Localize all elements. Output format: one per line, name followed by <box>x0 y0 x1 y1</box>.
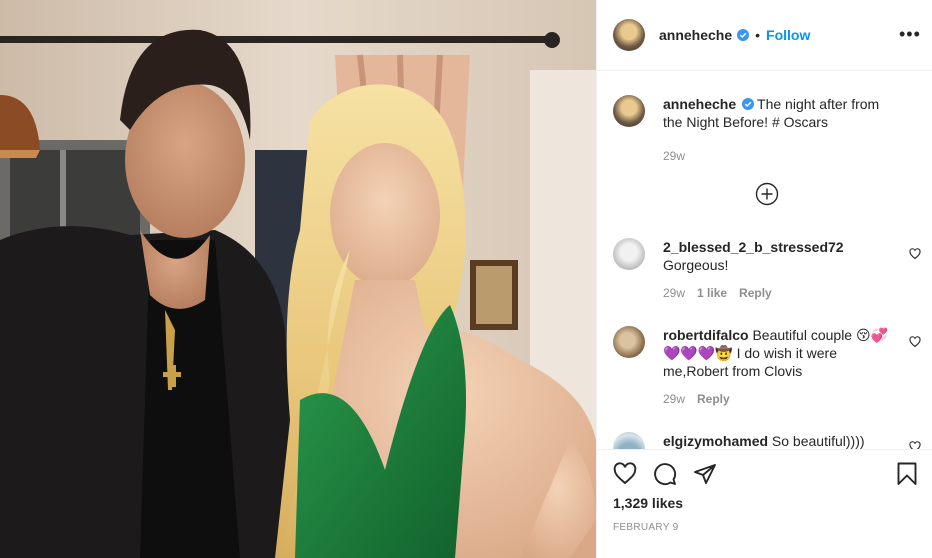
author-avatar[interactable] <box>613 19 645 51</box>
caption-time[interactable]: 29w <box>663 149 685 163</box>
comment-likes[interactable]: 1 like <box>697 286 727 300</box>
verified-badge-icon <box>737 29 750 41</box>
post-date: FEBRUARY 9 <box>613 522 679 533</box>
comment-username[interactable]: robertdifalco <box>663 327 749 343</box>
like-comment-heart-icon[interactable] <box>909 336 921 348</box>
photo-illustration <box>0 0 596 558</box>
comment-text-block: 2_blessed_2_b_stressed72 Gorgeous! <box>663 238 895 274</box>
header-separator: • <box>755 27 761 43</box>
author-username[interactable]: anneheche <box>659 27 732 43</box>
comments-list[interactable]: anneheche The night after from the Night… <box>597 72 932 449</box>
comment-item: elgizymohamed So beautiful)))) <box>613 432 917 449</box>
instagram-post: anneheche • Follow ••• anneheche The nig… <box>0 0 932 558</box>
caption-meta: 29w <box>663 149 895 163</box>
comment-meta: 29w Reply <box>663 392 895 406</box>
commenter-avatar[interactable] <box>613 326 645 358</box>
like-comment-heart-icon[interactable] <box>909 248 921 260</box>
share-paper-plane-icon[interactable] <box>693 462 717 486</box>
comment-meta: 29w 1 like Reply <box>663 286 895 300</box>
reply-button[interactable]: Reply <box>739 286 772 300</box>
action-icons <box>613 462 717 486</box>
comment-item: 2_blessed_2_b_stressed72 Gorgeous! 29w 1… <box>613 238 917 300</box>
commenter-avatar[interactable] <box>613 432 645 449</box>
caption-text-block: anneheche The night after from the Night… <box>663 95 895 131</box>
like-comment-heart-icon[interactable] <box>909 441 921 449</box>
comment-bubble-icon[interactable] <box>653 462 677 486</box>
caption-username[interactable]: anneheche <box>663 96 736 112</box>
post-header: anneheche • Follow ••• <box>597 0 932 71</box>
caption-avatar[interactable] <box>613 95 645 127</box>
commenter-avatar[interactable] <box>613 238 645 270</box>
comment-item: robertdifalco Beautiful couple 😚💞💜💜💜🤠 I … <box>613 326 917 406</box>
comment-text: So beautiful)))) <box>771 433 865 449</box>
post-actions: 1,329 likes FEBRUARY 9 <box>597 449 932 558</box>
follow-button[interactable]: Follow <box>766 27 810 43</box>
more-options-icon[interactable]: ••• <box>899 25 920 45</box>
verified-badge-icon <box>742 98 755 110</box>
load-more-comments-icon[interactable] <box>755 182 779 206</box>
comment-text-block: elgizymohamed So beautiful)))) <box>663 432 895 449</box>
like-heart-icon[interactable] <box>613 462 637 486</box>
likes-count[interactable]: 1,329 likes <box>613 495 683 511</box>
comment-username[interactable]: elgizymohamed <box>663 433 768 449</box>
reply-button[interactable]: Reply <box>697 392 730 406</box>
comment-time[interactable]: 29w <box>663 286 685 300</box>
comment-time[interactable]: 29w <box>663 392 685 406</box>
comment-text-block: robertdifalco Beautiful couple 😚💞💜💜💜🤠 I … <box>663 326 895 380</box>
caption: anneheche The night after from the Night… <box>613 95 917 163</box>
post-sidebar: anneheche • Follow ••• anneheche The nig… <box>596 0 932 558</box>
post-photo[interactable] <box>0 0 596 558</box>
save-button[interactable] <box>895 462 919 486</box>
comment-username[interactable]: 2_blessed_2_b_stressed72 <box>663 239 844 255</box>
bookmark-icon <box>897 462 917 485</box>
comment-text: Gorgeous! <box>663 257 729 273</box>
